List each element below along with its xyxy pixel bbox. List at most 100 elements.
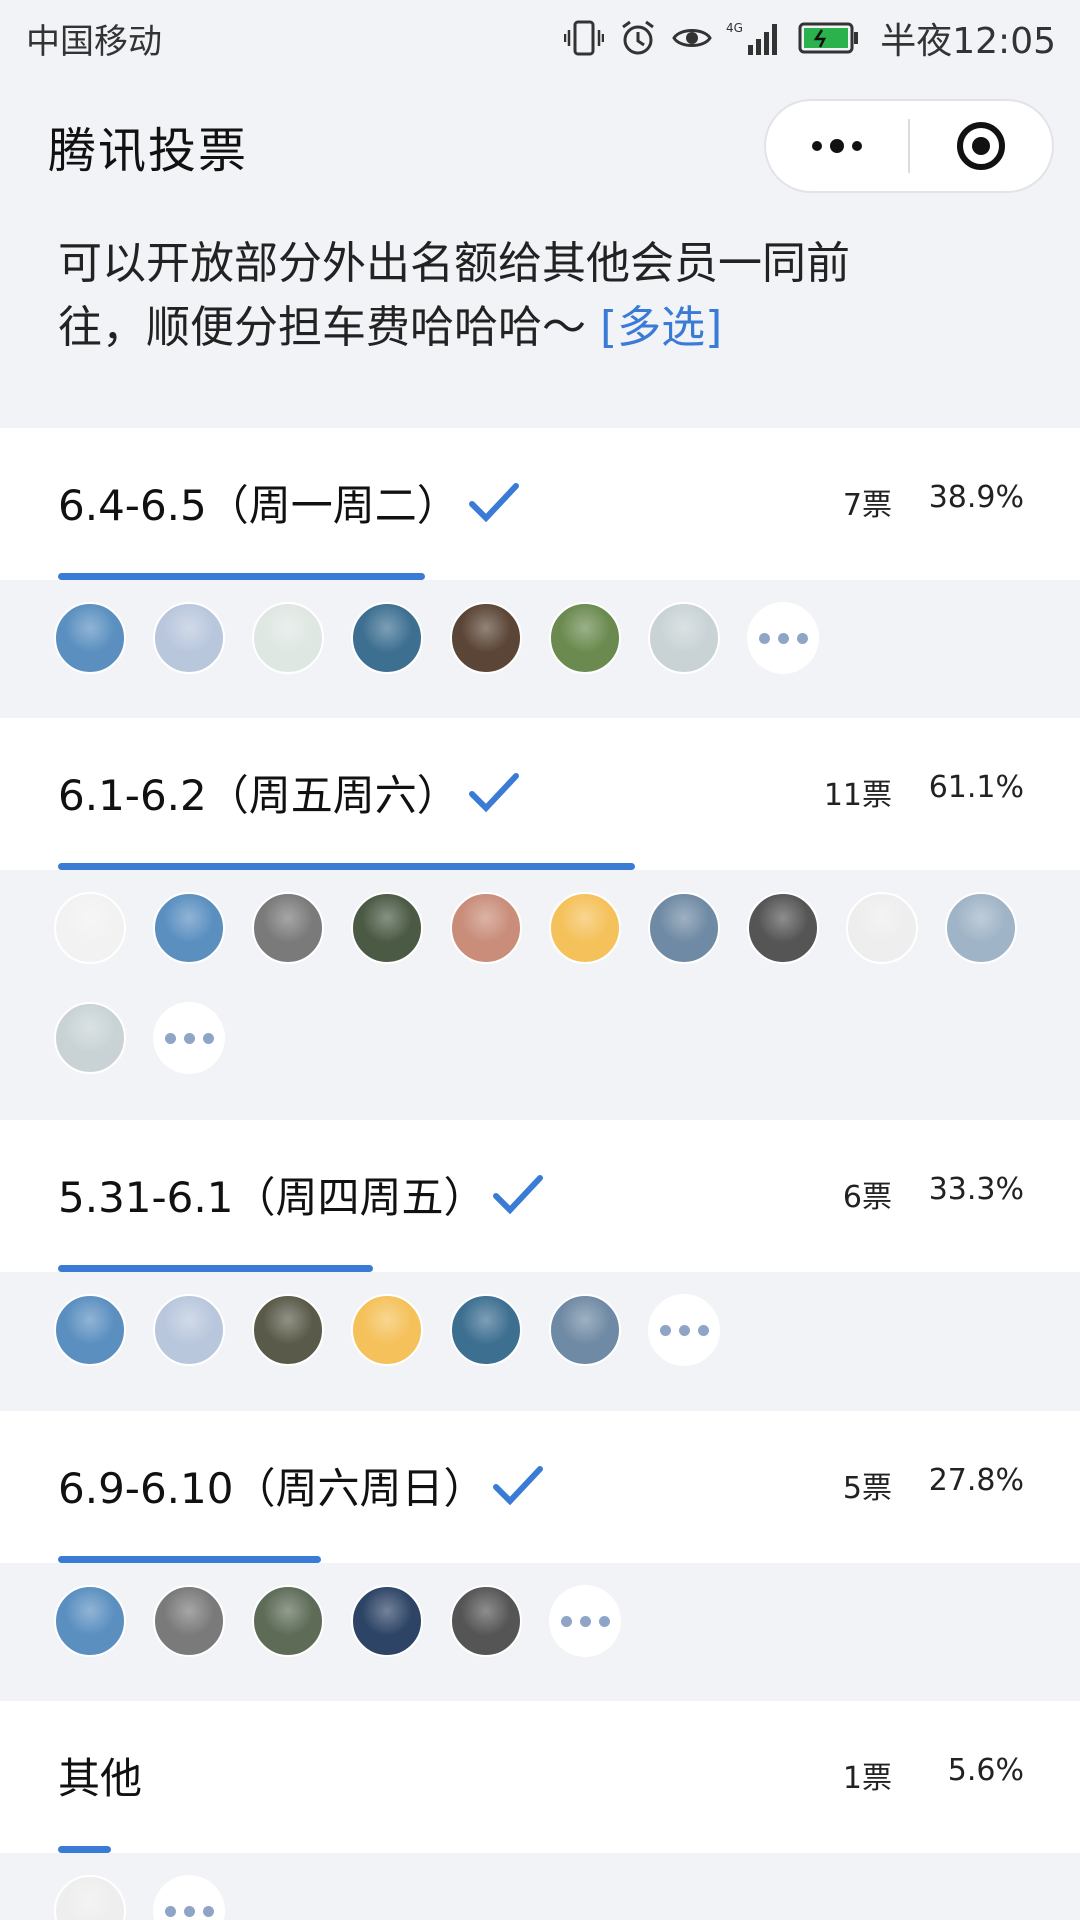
vote-percent: 5.6% xyxy=(947,1753,1024,1788)
signal-icon: 4G xyxy=(726,18,784,58)
vote-option[interactable]: 6.4-6.5（周一周二） 7票 38.9% xyxy=(0,428,1080,712)
avatar[interactable] xyxy=(351,602,423,674)
avatar[interactable] xyxy=(54,1585,126,1657)
avatar[interactable] xyxy=(648,602,720,674)
vote-percent: 33.3% xyxy=(928,1172,1024,1207)
battery-icon xyxy=(798,18,860,58)
question-body: 可以开放部分外出名额给其他会员一同前往，顺便分担车费哈哈哈～ xyxy=(58,238,850,353)
voter-avatars xyxy=(0,1853,1080,1920)
vote-option[interactable]: 其他 1票 5.6% xyxy=(0,1701,1080,1920)
vote-option[interactable]: 5.31-6.1（周四周五） 6票 33.3% xyxy=(0,1120,1080,1404)
avatar[interactable] xyxy=(351,1294,423,1366)
avatar[interactable] xyxy=(450,602,522,674)
more-button[interactable] xyxy=(766,101,908,191)
option-header[interactable]: 6.1-6.2（周五周六） 11票 61.1% xyxy=(0,718,1080,870)
option-label: 其他 xyxy=(58,1754,143,1803)
avatar[interactable] xyxy=(450,1585,522,1657)
option-header[interactable]: 其他 1票 5.6% xyxy=(0,1701,1080,1853)
vote-count: 5票 xyxy=(842,1471,892,1506)
vote-count: 7票 xyxy=(842,488,892,523)
alarm-icon xyxy=(618,18,658,58)
vote-count: 6票 xyxy=(842,1180,892,1215)
checkmark-icon xyxy=(469,773,519,813)
progress-track xyxy=(58,1556,1022,1563)
option-label: 5.31-6.1（周四周五） xyxy=(58,1173,486,1222)
nav-bar: 腾讯投票 xyxy=(0,76,1080,216)
progress-fill xyxy=(58,1556,321,1563)
vote-percent: 61.1% xyxy=(928,770,1024,805)
clock-time: 半夜12:05 xyxy=(880,21,1056,62)
multi-select-tag: [多选] xyxy=(600,302,723,353)
close-button[interactable] xyxy=(910,101,1052,191)
avatar[interactable] xyxy=(252,892,324,964)
avatar[interactable] xyxy=(648,892,720,964)
checkmark-icon xyxy=(493,1466,543,1506)
avatar[interactable] xyxy=(549,602,621,674)
more-voters-button[interactable] xyxy=(549,1585,621,1657)
checkmark-icon xyxy=(469,483,519,523)
vibrate-icon xyxy=(564,18,605,58)
progress-fill xyxy=(58,863,635,870)
avatar[interactable] xyxy=(846,892,918,964)
voter-avatars xyxy=(0,1272,1080,1404)
more-voters-button[interactable] xyxy=(747,602,819,674)
option-header[interactable]: 6.4-6.5（周一周二） 7票 38.9% xyxy=(0,428,1080,580)
avatar[interactable] xyxy=(450,892,522,964)
avatar[interactable] xyxy=(54,892,126,964)
avatar[interactable] xyxy=(549,1294,621,1366)
avatar[interactable] xyxy=(549,892,621,964)
avatar[interactable] xyxy=(153,892,225,964)
avatar[interactable] xyxy=(747,892,819,964)
avatar[interactable] xyxy=(54,602,126,674)
option-label: 6.4-6.5（周一周二） xyxy=(58,481,459,530)
more-voters-button[interactable] xyxy=(153,1875,225,1920)
vote-percent: 27.8% xyxy=(928,1463,1024,1498)
carrier-name: 中国移动 xyxy=(26,21,162,62)
option-header[interactable]: 6.9-6.10（周六周日） 5票 27.8% xyxy=(0,1411,1080,1563)
target-close-icon xyxy=(957,122,1005,170)
question-area: 可以开放部分外出名额给其他会员一同前往，顺便分担车费哈哈哈～ [多选] xyxy=(0,200,1080,428)
voter-avatars xyxy=(0,580,1080,712)
avatar[interactable] xyxy=(252,602,324,674)
status-bar: 中国移动 4G 半夜12:05 xyxy=(0,0,1080,76)
progress-fill xyxy=(58,1265,373,1272)
checkmark-icon xyxy=(493,1175,543,1215)
avatar[interactable] xyxy=(153,1294,225,1366)
svg-text:4G: 4G xyxy=(726,21,743,35)
more-voters-button[interactable] xyxy=(648,1294,720,1366)
avatar[interactable] xyxy=(54,1875,126,1920)
option-header[interactable]: 5.31-6.1（周四周五） 6票 33.3% xyxy=(0,1120,1080,1272)
more-dots-icon xyxy=(812,139,862,153)
avatar[interactable] xyxy=(252,1294,324,1366)
avatar[interactable] xyxy=(945,892,1017,964)
option-label: 6.1-6.2（周五周六） xyxy=(58,771,459,820)
status-icons: 4G 半夜12:05 xyxy=(564,12,1056,64)
avatar[interactable] xyxy=(153,602,225,674)
progress-track xyxy=(58,1265,1022,1272)
vote-option[interactable]: 6.1-6.2（周五周六） 11票 61.1% xyxy=(0,718,1080,1112)
avatar[interactable] xyxy=(252,1585,324,1657)
avatar[interactable] xyxy=(153,1585,225,1657)
avatar[interactable] xyxy=(351,1585,423,1657)
option-label: 6.9-6.10（周六周日） xyxy=(58,1464,486,1513)
progress-track xyxy=(58,863,1022,870)
progress-fill xyxy=(58,573,425,580)
voter-avatars xyxy=(0,870,1080,1112)
voter-avatars xyxy=(0,1563,1080,1695)
avatar[interactable] xyxy=(351,892,423,964)
mini-program-capsule xyxy=(764,99,1054,193)
more-voters-button[interactable] xyxy=(153,1002,225,1074)
page-title: 腾讯投票 xyxy=(48,123,249,179)
vote-count: 1票 xyxy=(842,1761,892,1796)
vote-count: 11票 xyxy=(823,778,892,813)
question-text: 可以开放部分外出名额给其他会员一同前往，顺便分担车费哈哈哈～ [多选] xyxy=(58,232,898,360)
avatar[interactable] xyxy=(54,1294,126,1366)
progress-fill xyxy=(58,1846,111,1853)
progress-track xyxy=(58,1846,1022,1853)
vote-percent: 38.9% xyxy=(928,480,1024,515)
avatar[interactable] xyxy=(54,1002,126,1074)
eye-icon xyxy=(672,18,713,58)
avatar[interactable] xyxy=(450,1294,522,1366)
vote-option[interactable]: 6.9-6.10（周六周日） 5票 27.8% xyxy=(0,1411,1080,1695)
progress-track xyxy=(58,573,1022,580)
